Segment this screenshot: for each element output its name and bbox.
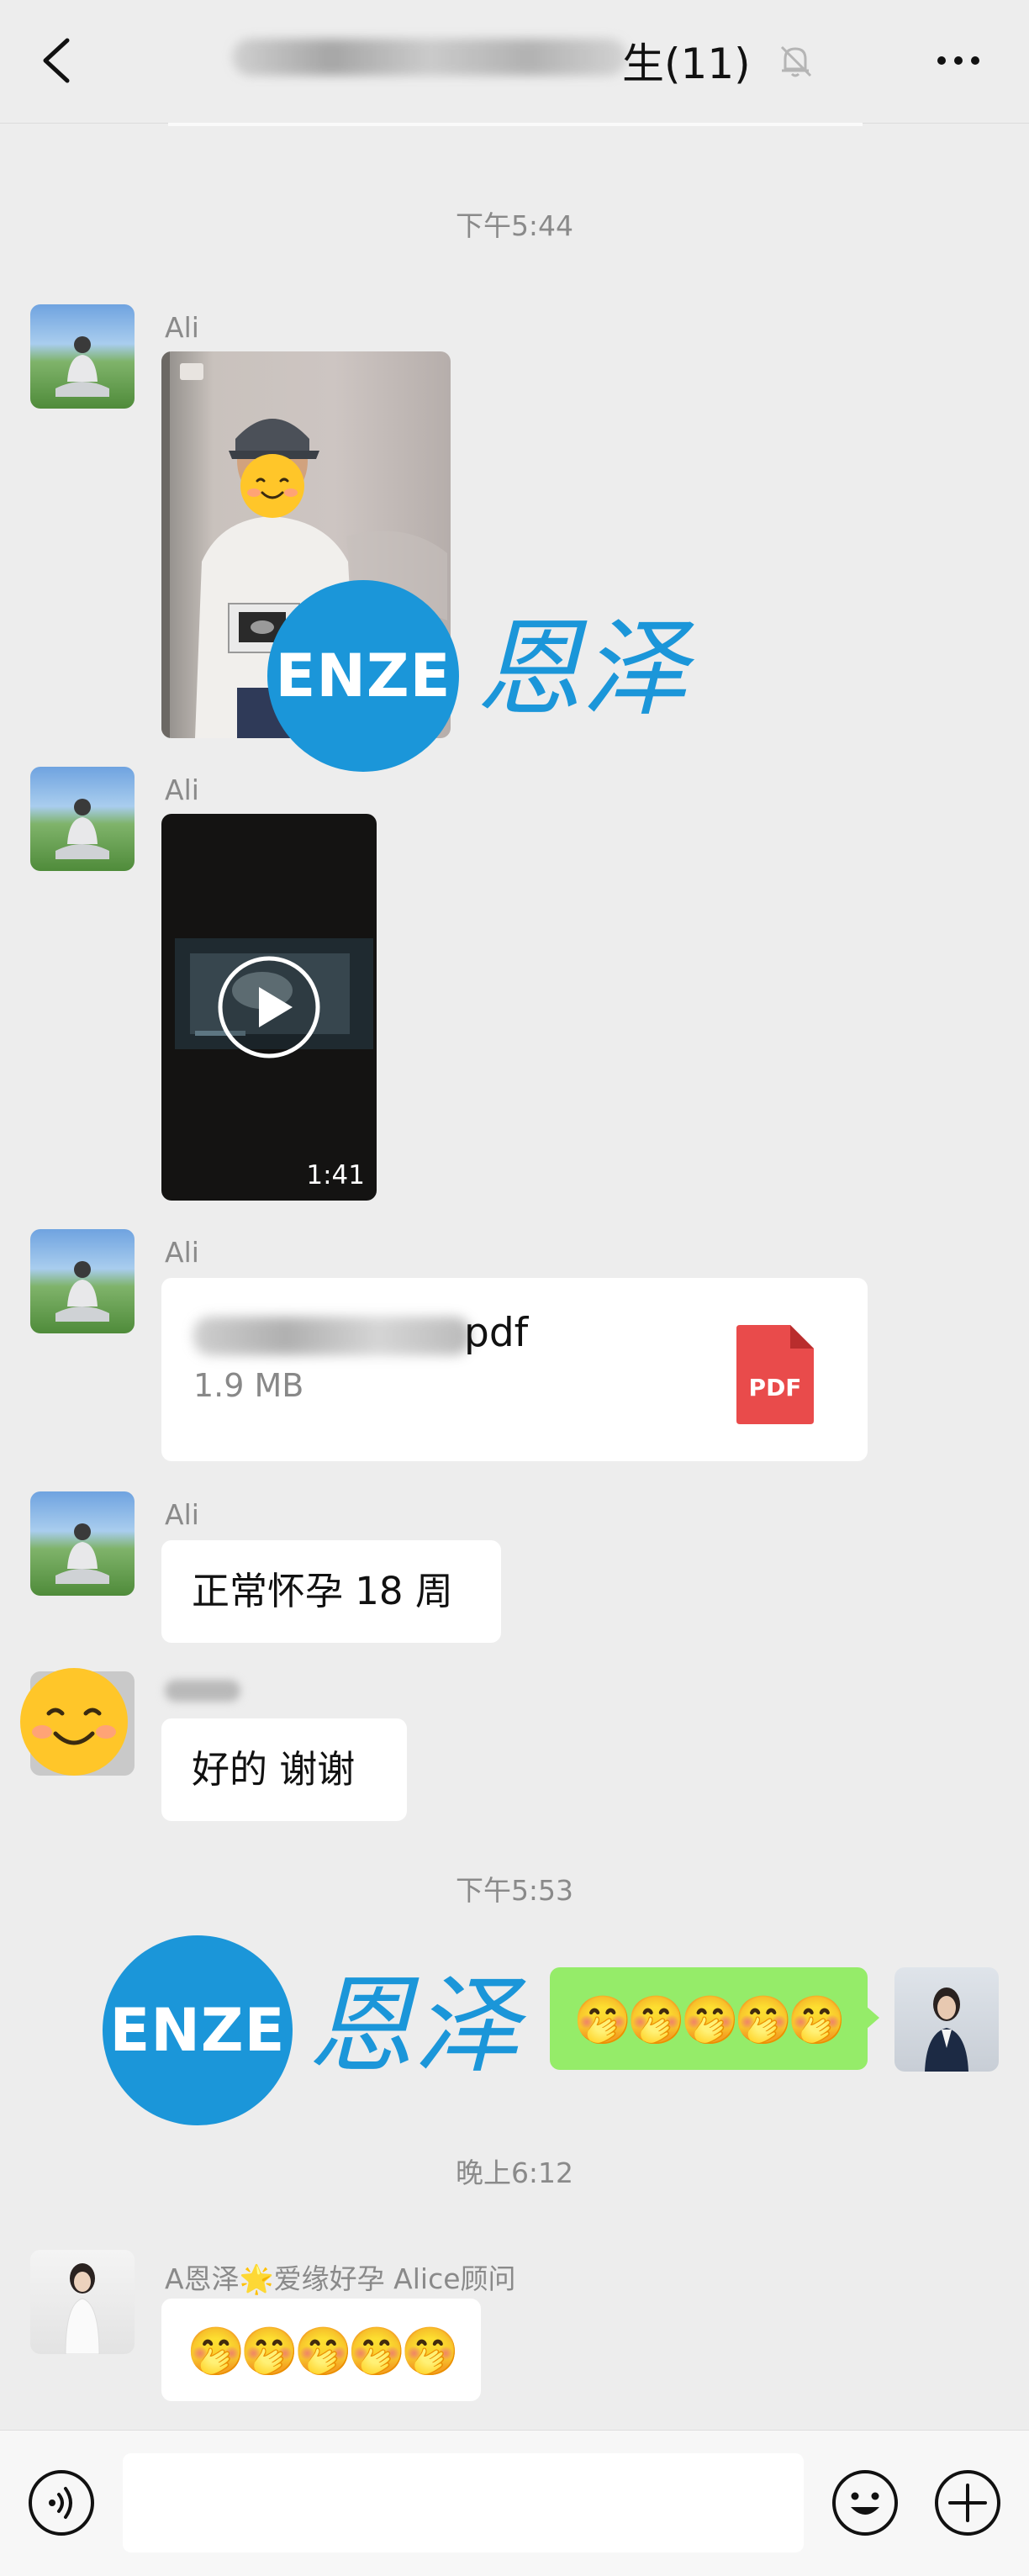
- bubble-tail: [866, 2006, 879, 2030]
- message-bubble[interactable]: 🤭🤭🤭🤭🤭: [161, 2299, 481, 2401]
- enze-logo-text: ENZE: [275, 641, 451, 710]
- smiley-sticker-icon: [20, 1668, 128, 1776]
- filename-redacted: [193, 1317, 471, 1355]
- timestamp: 下午5:53: [455, 1874, 574, 1907]
- person-figure-icon: [55, 1523, 109, 1584]
- message-bubble[interactable]: 好的 谢谢: [161, 1718, 407, 1821]
- emoji-row: 🤭🤭🤭🤭🤭: [187, 2325, 460, 2379]
- avatar-alice[interactable]: [30, 2250, 135, 2354]
- smiley-sticker-icon: [240, 454, 304, 518]
- timestamp: 晚上6:12: [455, 2156, 574, 2189]
- person-figure-icon: [55, 799, 109, 859]
- play-icon[interactable]: [217, 955, 321, 1059]
- message-bubble[interactable]: 正常怀孕 18 周: [161, 1540, 501, 1643]
- file-name: pdf: [464, 1310, 529, 1356]
- avatar-self[interactable]: [894, 1967, 999, 2072]
- enze-chinese-watermark: 恩泽: [476, 607, 688, 731]
- enze-logo-watermark: ENZE: [267, 580, 459, 772]
- group-name-redacted: [232, 39, 627, 76]
- person-figure-icon: [65, 2263, 100, 2354]
- sender-name: Ali: [165, 1236, 199, 1269]
- file-message[interactable]: pdf 1.9 MB PDF: [161, 1278, 868, 1461]
- person-figure-icon: [55, 336, 109, 397]
- plus-icon[interactable]: [933, 2468, 1002, 2537]
- pdf-file-icon: PDF: [736, 1325, 814, 1424]
- more-dots-icon[interactable]: [933, 42, 984, 76]
- back-chevron-icon[interactable]: [34, 35, 81, 86]
- avatar-ali[interactable]: [30, 767, 135, 871]
- sender-name-redacted: [165, 1680, 240, 1702]
- timestamp: 下午5:44: [455, 209, 574, 242]
- bell-muted-icon: [780, 45, 812, 77]
- enze-chinese-watermark: 恩泽: [308, 1964, 520, 2088]
- avatar-ali[interactable]: [30, 304, 135, 409]
- sender-name: Ali: [165, 1498, 199, 1531]
- message-input[interactable]: [123, 2453, 804, 2552]
- pdf-badge: PDF: [748, 1374, 802, 1401]
- sender-name: Ali: [165, 311, 199, 344]
- sender-name: Ali: [165, 773, 199, 806]
- person-figure-icon: [925, 1987, 968, 2072]
- enze-logo-text: ENZE: [109, 1996, 286, 2065]
- self-message-bubble[interactable]: 🤭🤭🤭🤭🤭: [550, 1967, 868, 2070]
- sender-name: A恩泽🌟爱缘好孕 Alice顾问: [165, 2262, 516, 2295]
- avatar-ali[interactable]: [30, 1229, 135, 1333]
- voice-icon[interactable]: [27, 2468, 96, 2537]
- person-figure-icon: [55, 1261, 109, 1322]
- video-duration: 1:41: [306, 1160, 365, 1190]
- enze-logo-watermark: ENZE: [103, 1935, 293, 2125]
- header-divider: [168, 123, 863, 126]
- chat-title: 生(11): [622, 40, 751, 88]
- emoji-row: 🤭🤭🤭🤭🤭: [573, 1993, 847, 2048]
- file-size: 1.9 MB: [193, 1367, 304, 1404]
- video-message[interactable]: 1:41: [161, 814, 377, 1201]
- emoji-icon[interactable]: [831, 2468, 900, 2537]
- avatar-ali[interactable]: [30, 1491, 135, 1596]
